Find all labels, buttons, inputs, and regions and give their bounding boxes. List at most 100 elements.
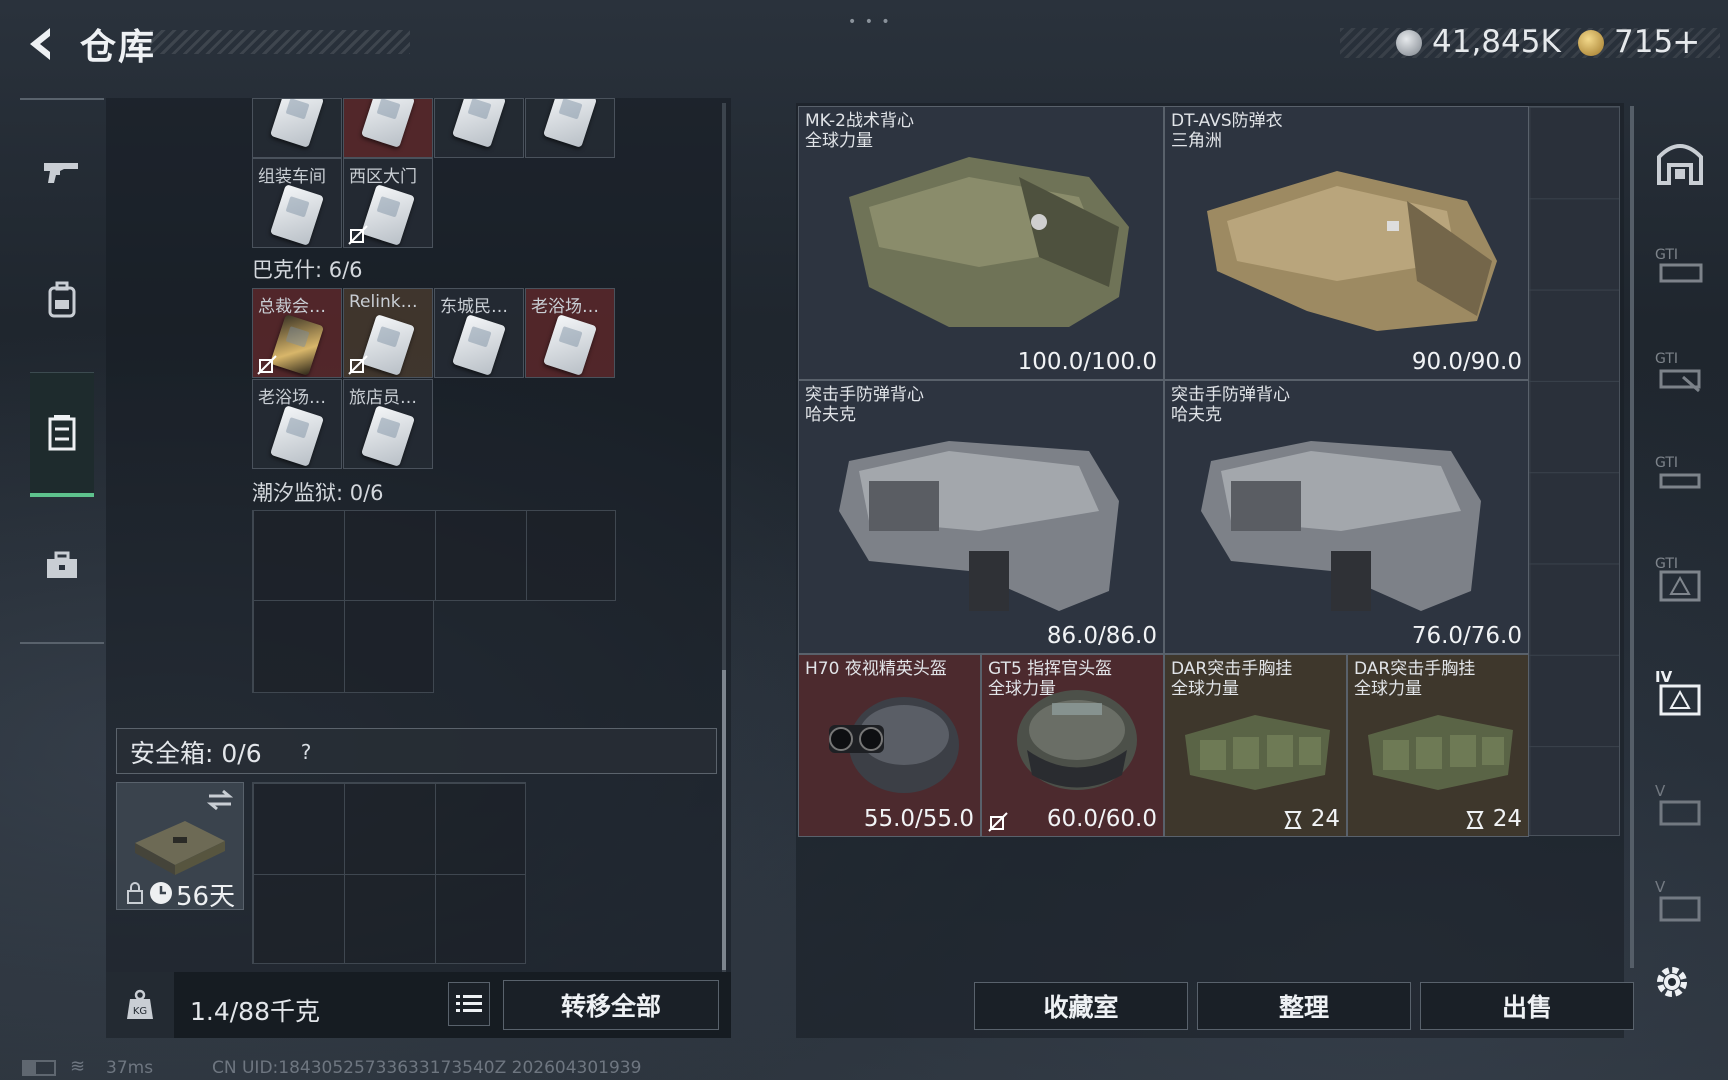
plate-carrier-icon: [839, 441, 1119, 611]
key-card-icon: [451, 99, 507, 148]
tier-v-filter-icon: V: [1655, 782, 1701, 826]
key-card-icon: [451, 314, 507, 376]
item-vest-assault-1[interactable]: 突击手防弹背心 哈夫克 86.0/86.0: [798, 380, 1164, 654]
key-card-icon: [269, 405, 325, 467]
weight-icon-box: KG: [106, 972, 174, 1038]
safebox-help-button[interactable]: ?: [292, 738, 320, 766]
filter-all-gear[interactable]: [1646, 128, 1714, 196]
armory-icon: [1657, 144, 1703, 185]
collection-room-button[interactable]: 收藏室: [974, 982, 1188, 1030]
filter-gti-1[interactable]: GTI: [1646, 232, 1714, 300]
filter-tier-iv[interactable]: IV: [1646, 658, 1714, 726]
key-card-icon: [360, 405, 416, 467]
item-chest-rig-2[interactable]: DAR突击手胸挂 全球力量 24: [1347, 654, 1529, 837]
backpack-icon: [48, 281, 76, 318]
key-label: 西区大门: [349, 167, 417, 187]
tier-v-filter-icon: V: [1655, 878, 1701, 922]
item-vest-assault-2[interactable]: 突击手防弹背心 哈夫克 76.0/76.0: [1164, 380, 1529, 654]
item-capacity: 24: [1492, 806, 1522, 832]
key-slot[interactable]: [525, 98, 615, 158]
key-slot[interactable]: 东城民…: [434, 288, 524, 378]
key-slot[interactable]: 老浴场…: [252, 379, 342, 469]
key-slot[interactable]: 总裁会…: [252, 288, 342, 378]
settings-button[interactable]: [1652, 962, 1692, 1002]
key-slot[interactable]: 老浴场…: [525, 288, 615, 378]
key-card-icon: [542, 314, 598, 376]
key-label: 老浴场…: [531, 297, 599, 317]
gti-filter-icon: GTI: [1655, 455, 1701, 489]
key-slot[interactable]: Relink…: [343, 288, 433, 378]
left-scrollbar-thumb[interactable]: [722, 670, 726, 970]
gti-filter-icon: GTI: [1655, 351, 1701, 393]
plate-carrier-icon: [1201, 441, 1481, 611]
right-filter-nav: GTI GTI GTI GTI IV V V: [1632, 120, 1728, 940]
gti-filter-icon: GTI: [1655, 247, 1703, 283]
svg-text:IV: IV: [1655, 668, 1673, 686]
silver-coin-icon: [1396, 30, 1422, 56]
key-label: Relink…: [349, 292, 418, 312]
transfer-all-button[interactable]: 转移全部: [503, 980, 719, 1030]
svg-text:GTI: GTI: [1655, 247, 1678, 263]
back-button[interactable]: [20, 22, 64, 66]
toolbox-icon: [47, 551, 77, 578]
no-drop-icon: [988, 812, 1008, 832]
back-arrow-icon: [30, 28, 50, 60]
add-currency-button[interactable]: +: [1672, 22, 1701, 62]
filter-tier-v-2[interactable]: V: [1646, 868, 1714, 936]
key-label: 组装车间: [258, 167, 326, 187]
item-helmet-h70[interactable]: H70 夜视精英头盔 55.0/55.0: [798, 654, 981, 837]
left-category-nav: [20, 98, 104, 644]
no-drop-icon: [257, 355, 277, 375]
item-durability: 86.0/86.0: [1046, 623, 1157, 649]
key-card-icon: [269, 314, 325, 376]
key-slot[interactable]: [343, 98, 433, 158]
no-drop-icon: [348, 225, 368, 245]
filter-tier-v-1[interactable]: V: [1646, 772, 1714, 840]
key-slot[interactable]: [434, 98, 524, 158]
item-vest-dtavs[interactable]: DT-AVS防弹衣 三角洲 90.0/90.0: [1164, 106, 1529, 380]
key-slots-empty-row[interactable]: [252, 600, 434, 693]
nav-weapons[interactable]: [30, 112, 94, 232]
key-slots-empty-row[interactable]: [252, 510, 616, 601]
item-name: DAR突击手胸挂 全球力量: [1354, 659, 1476, 699]
key-card-icon: [269, 184, 325, 246]
filter-gti-3[interactable]: GTI: [1646, 440, 1714, 508]
key-label: 旅店员…: [349, 388, 417, 408]
item-durability: 55.0/55.0: [863, 806, 974, 832]
item-helmet-gt5[interactable]: GT5 指挥官头盔 全球力量 60.0/60.0: [981, 654, 1164, 837]
body-armor-icon: [1207, 171, 1497, 331]
lock-icon: [127, 882, 143, 904]
sell-button[interactable]: 出售: [1420, 982, 1634, 1030]
key-slot[interactable]: 西区大门: [343, 158, 433, 248]
item-chest-rig-1[interactable]: DAR突击手胸挂 全球力量 24: [1164, 654, 1347, 837]
item-vest-mk2[interactable]: MK-2战术背心 全球力量 100.0/100.0: [798, 106, 1164, 380]
key-label: 东城民…: [440, 297, 508, 317]
sort-button[interactable]: 整理: [1197, 982, 1411, 1030]
key-slot[interactable]: 组装车间: [252, 158, 342, 248]
nav-case[interactable]: [30, 506, 94, 626]
item-capacity: 24: [1310, 806, 1340, 832]
nav-armor-container[interactable]: [30, 372, 94, 497]
key-card-icon: [360, 314, 416, 376]
clock-icon: [150, 882, 172, 904]
chest-rig-icon: [1368, 715, 1513, 790]
list-view-button[interactable]: [448, 982, 490, 1026]
swap-icon[interactable]: [205, 789, 235, 811]
filter-gti-2[interactable]: GTI: [1646, 336, 1714, 404]
gear-icon: [1657, 967, 1687, 997]
safebox-slots[interactable]: [252, 782, 526, 964]
uid-text: CN UID:18430525733633173540Z 20260430193…: [212, 1058, 642, 1078]
key-card-icon: [542, 99, 598, 148]
safebox-label: 安全箱: 0/6: [130, 739, 262, 768]
key-slot[interactable]: [252, 98, 342, 158]
nav-backpack[interactable]: [30, 240, 94, 360]
capacity-icon: [1284, 811, 1302, 829]
filter-gti-4[interactable]: GTI: [1646, 544, 1714, 612]
item-durability: 76.0/76.0: [1411, 623, 1522, 649]
svg-text:KG: KG: [133, 1006, 147, 1017]
tactical-vest-icon: [849, 157, 1129, 327]
item-name: 突击手防弹背心 哈夫克: [1171, 385, 1290, 425]
section-label-bakeshi: 巴克什: 6/6: [252, 258, 363, 282]
key-slot[interactable]: 旅店员…: [343, 379, 433, 469]
page-title: 仓库: [80, 27, 157, 68]
